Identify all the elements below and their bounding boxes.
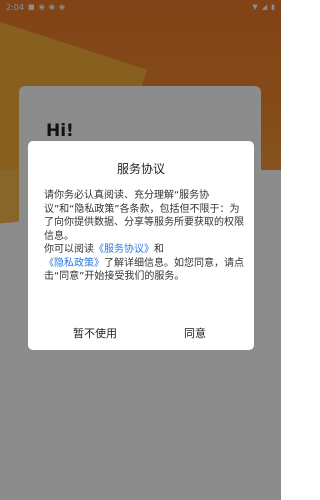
- dialog-title: 服务协议: [116, 162, 165, 176]
- app-screen: Hi! 2:04 ■ ◉ ◉ ◉ ▼ ◢ ▮ 服务协议 请你务必认真阅读、充分理…: [0, 0, 281, 500]
- service-agreement-link[interactable]: 《服务协议》: [94, 244, 154, 255]
- decline-button[interactable]: 暂不使用: [73, 325, 117, 341]
- dialog-actions: 暂不使用 同意: [28, 325, 254, 343]
- agree-button[interactable]: 同意: [184, 325, 206, 341]
- agreement-paragraph: 请你务必认真阅读、充分理解“服务协议”和“隐私政策”各条款，包括但不限于：为了向…: [44, 190, 244, 242]
- read-prefix-text: 你可以阅读: [44, 244, 94, 255]
- service-agreement-dialog: 服务协议 请你务必认真阅读、充分理解“服务协议”和“隐私政策”各条款，包括但不限…: [28, 141, 254, 350]
- agreement-links-paragraph: 你可以阅读《服务协议》和 《隐私政策》了解详细信息。如您同意，请点击“同意”开始接…: [44, 243, 244, 284]
- dialog-body: 请你务必认真阅读、充分理解“服务协议”和“隐私政策”各条款，包括但不限于：为了向…: [44, 189, 244, 284]
- privacy-policy-link[interactable]: 《隐私政策》: [44, 258, 104, 269]
- and-text: 和: [154, 244, 164, 255]
